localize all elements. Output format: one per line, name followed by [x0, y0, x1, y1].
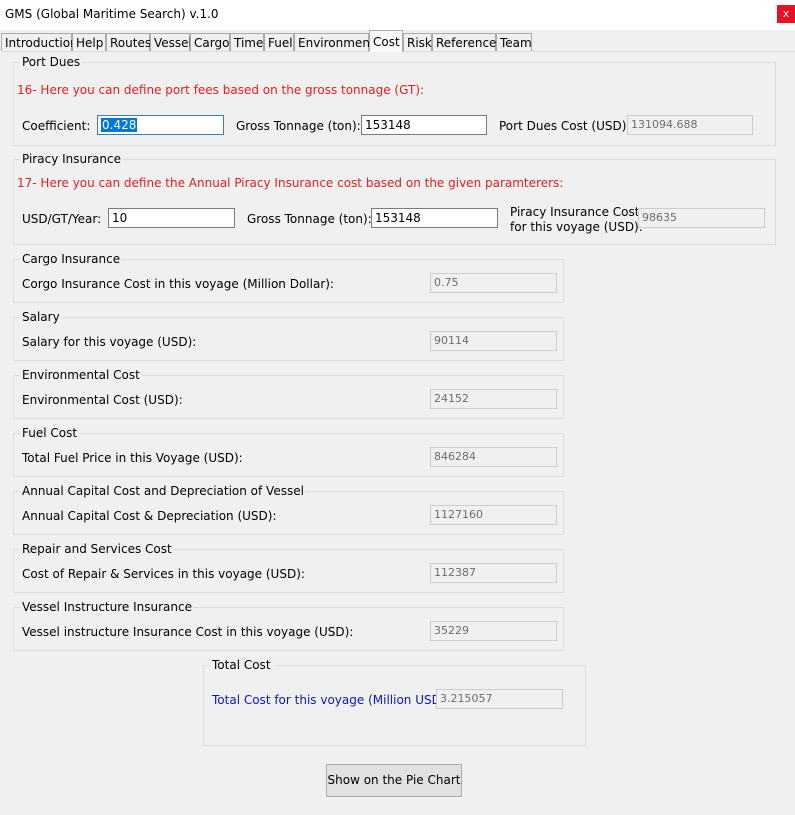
port-dues-instruction: 16- Here you can define port fees based … — [17, 83, 425, 97]
group-title: Annual Capital Cost and Depreciation of … — [20, 484, 306, 498]
close-icon: x — [782, 7, 790, 20]
usd-gt-year-input[interactable]: 10 — [108, 208, 235, 228]
piracy-gross-tonnage-input[interactable]: 153148 — [371, 208, 498, 228]
repair-services-output: 112387 — [430, 563, 557, 583]
usd-gt-year-label: USD/GT/Year: — [22, 212, 102, 226]
tab-environment[interactable]: Environment — [294, 33, 375, 51]
title-bar: GMS (Global Maritime Search) v.1.0 x — [0, 0, 795, 30]
fuel-cost-label: Total Fuel Price in this Voyage (USD): — [22, 451, 243, 465]
environmental-cost-label: Environmental Cost (USD): — [22, 393, 183, 407]
gross-tonnage-label: Gross Tonnage (ton): — [236, 119, 361, 133]
group-title: Salary — [20, 310, 62, 324]
group-title: Piracy Insurance — [20, 152, 123, 166]
piracy-instruction: 17- Here you can define the Annual Pirac… — [17, 176, 564, 190]
tab-risk[interactable]: Risk — [403, 33, 432, 51]
vessel-insurance-label: Vessel instructure Insurance Cost in thi… — [22, 625, 354, 639]
cargo-insurance-output: 0.75 — [430, 273, 557, 293]
piracy-insurance-group: Piracy Insurance — [13, 152, 776, 245]
piracy-cost-output: 98635 — [638, 208, 765, 228]
group-title: Cargo Insurance — [20, 252, 123, 266]
close-button[interactable]: x — [777, 5, 795, 23]
tab-routes[interactable]: Routes — [106, 33, 151, 51]
piracy-cost-label-line2: for this voyage (USD): — [510, 220, 643, 234]
window-title: GMS (Global Maritime Search) v.1.0 — [5, 7, 219, 21]
tab-cargo[interactable]: Cargo — [190, 33, 230, 51]
tab-fuel[interactable]: Fuel — [264, 33, 294, 51]
salary-label: Salary for this voyage (USD): — [22, 335, 197, 349]
tab-vessel[interactable]: Vessel — [150, 33, 192, 51]
group-title: Port Dues — [20, 55, 83, 69]
gross-tonnage-input[interactable]: 153148 — [361, 115, 487, 135]
group-title: Repair and Services Cost — [20, 542, 174, 556]
piracy-gross-tonnage-label: Gross Tonnage (ton): — [247, 212, 372, 226]
coefficient-label: Coefficient: — [22, 119, 91, 133]
coefficient-value: 0.428 — [101, 118, 138, 132]
total-cost-label: Total Cost for this voyage (Million USD)… — [212, 693, 450, 707]
capital-cost-label: Annual Capital Cost & Depreciation (USD)… — [22, 509, 277, 523]
coefficient-input[interactable]: 0.428 — [97, 115, 224, 135]
port-dues-cost-label: Port Dues Cost (USD): — [499, 119, 631, 133]
tab-introduction[interactable]: Introduction — [1, 33, 78, 51]
salary-output: 90114 — [430, 331, 557, 351]
vessel-insurance-output: 35229 — [430, 621, 557, 641]
fuel-cost-output: 846284 — [430, 447, 557, 467]
group-title: Vessel Instructure Insurance — [20, 600, 194, 614]
port-dues-cost-output: 131094.688 — [627, 115, 753, 135]
group-title: Fuel Cost — [20, 426, 80, 440]
total-cost-output: 3.215057 — [436, 689, 563, 709]
group-title: Total Cost — [210, 658, 273, 672]
tab-strip: Introduction Help Routes Vessel Cargo Ti… — [0, 30, 795, 52]
show-pie-chart-button[interactable]: Show on the Pie Chart — [326, 764, 462, 797]
tab-cost[interactable]: Cost — [369, 30, 403, 52]
environmental-cost-output: 24152 — [430, 389, 557, 409]
cargo-insurance-label: Corgo Insurance Cost in this voyage (Mil… — [22, 277, 334, 291]
tab-references[interactable]: References — [432, 33, 503, 51]
tab-help[interactable]: Help — [72, 33, 106, 51]
tab-time[interactable]: Time — [230, 33, 264, 51]
capital-cost-output: 1127160 — [430, 505, 557, 525]
repair-services-label: Cost of Repair & Services in this voyage… — [22, 567, 305, 581]
piracy-cost-label-line1: Piracy Insurance Cost — [510, 205, 640, 219]
group-title: Environmental Cost — [20, 368, 142, 382]
tab-team[interactable]: Team — [496, 33, 532, 51]
